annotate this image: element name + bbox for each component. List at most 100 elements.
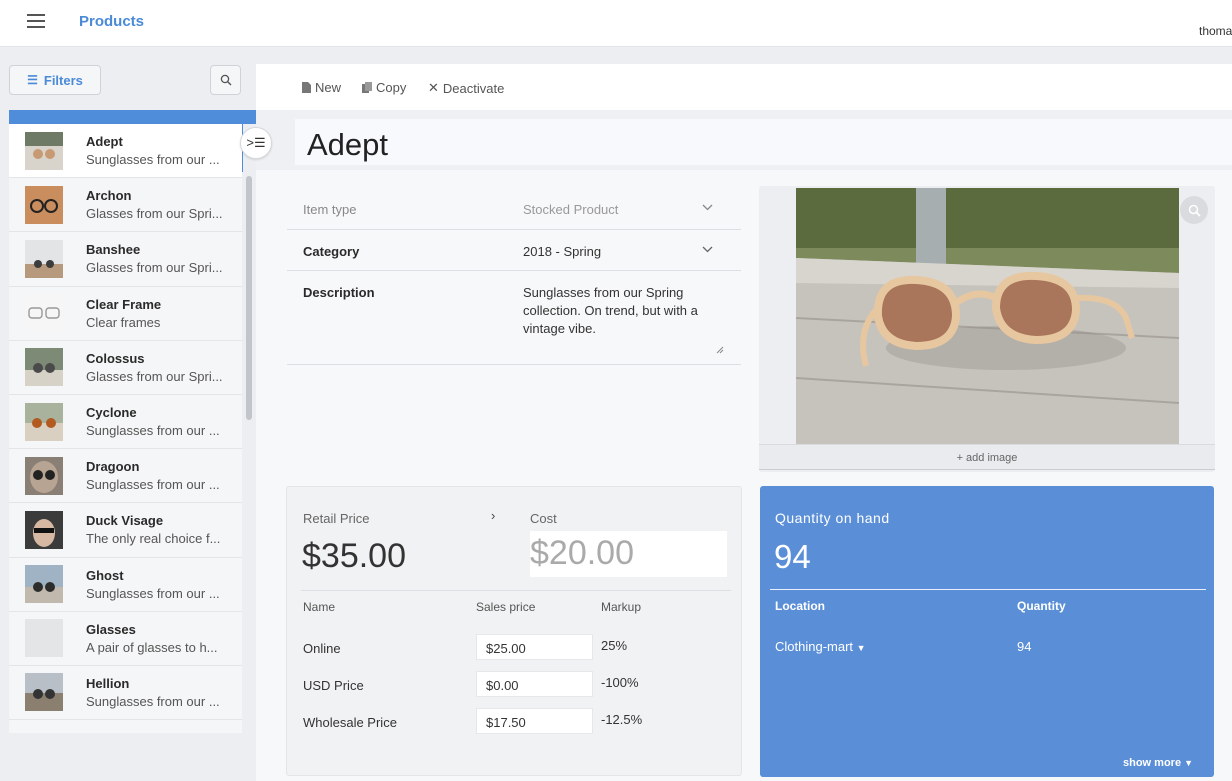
retail-price-label: Retail Price — [303, 511, 370, 526]
item-desc: A pair of glasses to h... — [86, 639, 218, 655]
sales-price-input[interactable]: $0.00 — [476, 671, 593, 697]
list-item[interactable]: Dragoon Sunglasses from our ... — [9, 449, 242, 504]
list-item[interactable]: Ghost Sunglasses from our ... — [9, 557, 242, 612]
location-quantity: 94 — [1017, 639, 1032, 654]
document-icon — [302, 82, 311, 93]
retail-price-value[interactable]: $35.00 — [302, 537, 406, 576]
list-scrollbar[interactable] — [246, 176, 252, 420]
user-name[interactable]: thoma — [1199, 24, 1232, 38]
item-name: Adept — [86, 134, 123, 150]
copy-icon — [362, 82, 372, 93]
location-value: Clothing-mart — [775, 639, 854, 654]
item-desc: Glasses from our Spri... — [86, 206, 223, 222]
list-item[interactable]: Glasses A pair of glasses to h... — [9, 611, 242, 666]
hamburger-menu-icon[interactable] — [27, 14, 45, 30]
collapse-panel-button[interactable]: >☰ — [240, 127, 272, 159]
item-name: Glasses — [86, 621, 136, 637]
product-photo — [796, 188, 1179, 444]
item-name: Colossus — [86, 350, 145, 366]
item-name: Banshee — [86, 242, 141, 258]
item-type-label: Item type — [303, 202, 357, 217]
show-more-label: show more — [1123, 757, 1182, 769]
list-item[interactable]: Banshee Glasses from our Spri... — [9, 232, 242, 287]
item-desc: Clear frames — [86, 314, 161, 330]
cost-label: Cost — [530, 511, 557, 526]
item-desc: Sunglasses from our ... — [86, 152, 220, 168]
item-name: Cyclone — [86, 405, 137, 421]
caret-down-icon: ▼ — [856, 643, 866, 653]
search-button[interactable] — [210, 65, 241, 95]
zoom-in-icon — [1188, 204, 1201, 217]
price-row-name: Online — [303, 641, 341, 656]
list-item[interactable]: Hellion Sunglasses from our ... — [9, 665, 242, 721]
toolbar: New Copy ✕ Deactivate — [256, 64, 1232, 110]
price-row-name: Wholesale Price — [303, 715, 397, 730]
cost-value: $20.00 — [530, 534, 634, 572]
divider — [770, 589, 1206, 590]
item-name: Clear Frame — [86, 296, 162, 312]
zoom-button[interactable] — [1180, 196, 1208, 224]
item-type-value: Stocked Product — [523, 202, 619, 217]
chevron-down-icon — [702, 204, 713, 211]
image-card: + add image — [759, 186, 1215, 472]
product-thumbnail — [25, 565, 63, 604]
close-icon: ✕ — [428, 80, 439, 95]
copy-label: Copy — [376, 80, 407, 95]
col-name: Name — [303, 600, 336, 614]
new-label: New — [315, 80, 342, 95]
list-item[interactable]: Archon Glasses from our Spri... — [9, 178, 242, 233]
item-desc: Glasses from our Spri... — [86, 260, 223, 276]
deactivate-button[interactable]: ✕ Deactivate — [428, 80, 504, 96]
product-name-input[interactable]: Adept — [295, 119, 1232, 165]
product-thumbnail — [25, 402, 63, 441]
item-desc: Sunglasses from our ... — [86, 423, 220, 439]
sales-price-input[interactable]: $17.50 — [476, 708, 593, 734]
list-item[interactable]: Cyclone Sunglasses from our ... — [9, 394, 242, 450]
description-textarea[interactable]: Sunglasses from our Spring collection. O… — [523, 284, 723, 338]
item-name: Dragoon — [86, 459, 140, 475]
quantity-value: 94 — [774, 538, 811, 575]
divider — [301, 590, 731, 591]
cost-input[interactable]: $20.00 — [530, 531, 727, 577]
add-image-button[interactable]: + add image — [759, 444, 1215, 470]
item-desc: Sunglasses from our ... — [86, 693, 220, 709]
location-dropdown[interactable]: Clothing-mart ▼ — [775, 639, 866, 654]
app-title: Products — [79, 13, 145, 30]
markup-value: 25% — [601, 638, 628, 653]
filters-button[interactable]: ☰ Filters — [9, 65, 101, 95]
product-thumbnail — [25, 673, 63, 712]
category-label: Category — [303, 244, 360, 259]
main-panel: New Copy ✕ Deactivate Adept Item type St… — [256, 64, 1232, 781]
list-item[interactable]: Colossus Glasses from our Spri... — [9, 340, 242, 395]
item-type-row[interactable]: Item type Stocked Product — [287, 188, 741, 230]
item-name: Archon — [86, 188, 132, 204]
filters-label: Filters — [43, 72, 83, 88]
category-row[interactable]: Category 2018 - Spring — [287, 230, 741, 271]
list-item[interactable]: Adept Sunglasses from our ... — [9, 124, 242, 179]
product-thumbnail — [25, 348, 63, 387]
price-card: Retail Price $35.00 › Cost $20.00 Name S… — [286, 486, 742, 776]
item-desc: Sunglasses from our ... — [86, 585, 220, 601]
collapse-list-icon: >☰ — [246, 135, 266, 150]
product-thumbnail — [25, 456, 63, 495]
copy-button[interactable]: Copy — [362, 80, 406, 95]
resize-handle-icon[interactable] — [716, 346, 724, 354]
product-thumbnail — [25, 239, 63, 278]
quantity-label: Quantity on hand — [775, 510, 890, 526]
chevron-right-icon: › — [491, 508, 496, 523]
show-more-button[interactable]: show more ▼ — [1123, 757, 1193, 769]
col-markup: Markup — [601, 600, 642, 614]
list-item[interactable]: Duck Visage The only real choice f... — [9, 503, 242, 558]
description-row: Description Sunglasses from our Spring c… — [287, 271, 741, 365]
chevron-down-icon — [702, 246, 713, 253]
caret-down-icon: ▼ — [1184, 758, 1194, 768]
item-desc: The only real choice f... — [86, 531, 221, 547]
item-desc: Glasses from our Spri... — [86, 368, 223, 384]
col-sales-price: Sales price — [476, 600, 536, 614]
list-item[interactable]: Clear Frame Clear frames — [9, 286, 242, 341]
new-button[interactable]: New — [302, 80, 341, 95]
top-bar: Products thoma — [0, 0, 1232, 47]
sales-price-input[interactable]: $25.00 — [476, 634, 593, 660]
quantity-card: Quantity on hand 94 Location Quantity Cl… — [760, 486, 1214, 777]
markup-value: -12.5% — [601, 712, 643, 727]
